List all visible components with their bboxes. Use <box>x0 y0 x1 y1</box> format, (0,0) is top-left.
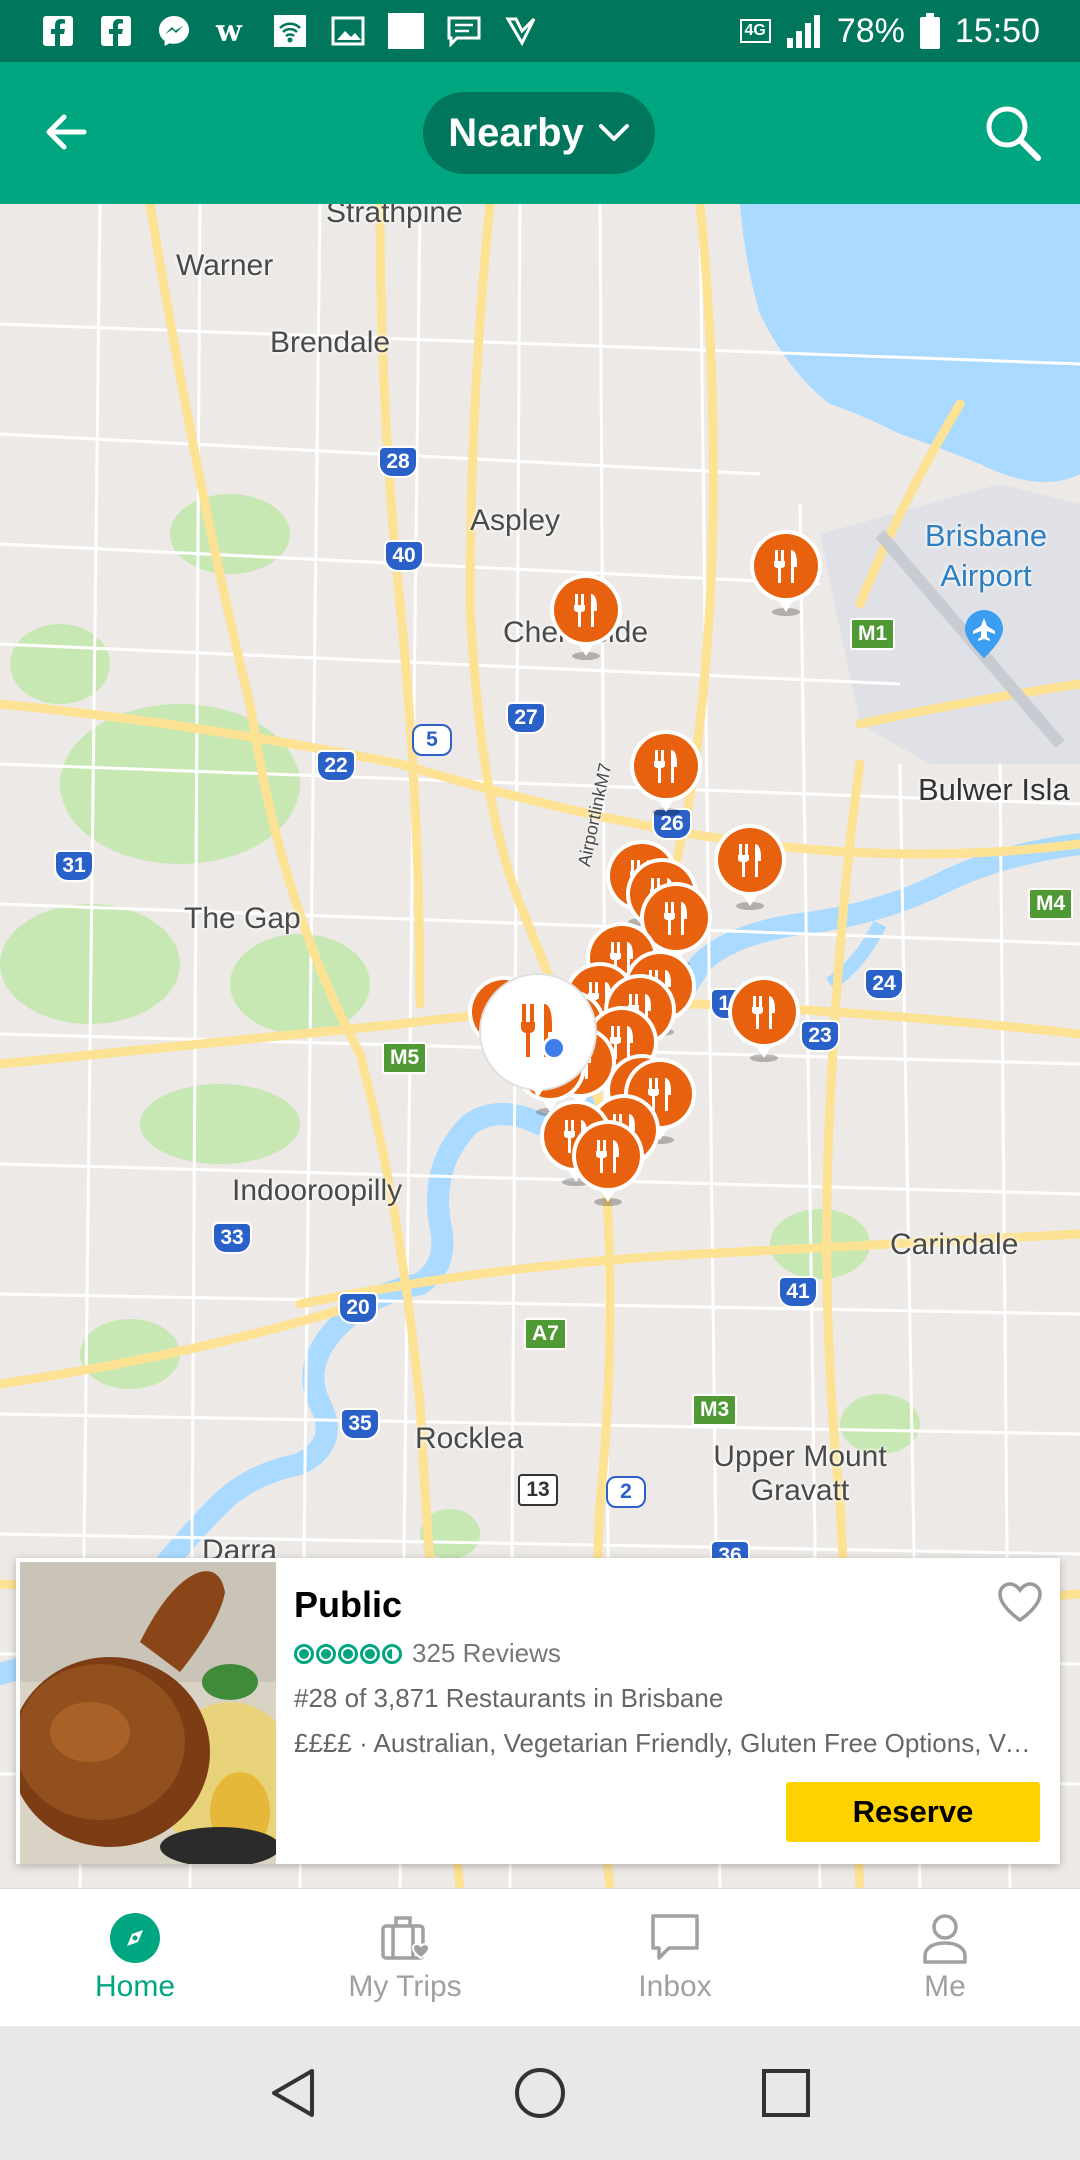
road-shield: M1 <box>850 618 896 650</box>
back-triangle-icon[interactable] <box>266 2065 322 2121</box>
signal-icon <box>786 15 820 48</box>
airport-icon <box>965 610 1003 658</box>
compass-icon <box>109 1912 161 1964</box>
label-warner: Warner <box>176 249 274 282</box>
road-shield: 40 <box>384 540 424 572</box>
restaurant-rank: #28 of 3,871 Restaurants in Brisbane <box>294 1683 724 1713</box>
nav-my-trips[interactable]: My Trips <box>270 1889 540 2026</box>
app-w-icon: w <box>214 13 250 49</box>
road-shield: 33 <box>212 1222 252 1254</box>
nav-my-trips-label: My Trips <box>348 1969 462 2003</box>
rating-bubble-half-icon <box>382 1643 402 1664</box>
restaurant-pin[interactable] <box>626 728 706 820</box>
road-shield: 35 <box>340 1408 380 1440</box>
restaurant-pin[interactable] <box>546 572 626 664</box>
restaurant-pin[interactable] <box>746 528 826 620</box>
system-status: 4G 78% 15:50 <box>739 11 1040 51</box>
road-shield: 41 <box>778 1276 818 1308</box>
nearby-dropdown[interactable]: Nearby <box>423 92 655 174</box>
back-button[interactable] <box>36 102 96 162</box>
app-header: Nearby <box>0 62 1080 204</box>
nav-me-label: Me <box>924 1969 966 2003</box>
label-upper-mount-gravatt: Upper Mount Gravatt <box>713 1440 887 1507</box>
label-rocklea: Rocklea <box>415 1422 524 1455</box>
review-count[interactable]: 325 Reviews <box>412 1638 561 1669</box>
nav-home-label: Home <box>94 1969 176 2003</box>
check-icon <box>504 13 540 49</box>
rating-bubble-icon <box>360 1643 380 1664</box>
battery-icon <box>919 13 940 49</box>
label-bulwer-island: Bulwer Isla <box>918 772 1070 807</box>
label-indooroopilly: Indooroopilly <box>232 1174 403 1207</box>
network-type: 4G <box>739 19 771 43</box>
restaurant-pin[interactable] <box>724 974 804 1066</box>
rating-bubbles <box>294 1643 402 1664</box>
road-shield: 2 <box>606 1476 646 1508</box>
arrow-left-icon <box>46 114 87 150</box>
road-shield: 13 <box>518 1474 558 1506</box>
label-aspley: Aspley <box>470 504 561 537</box>
recents-square-icon[interactable] <box>758 2065 814 2121</box>
reserve-button[interactable]: Reserve <box>786 1782 1040 1842</box>
label-the-gap: The Gap <box>184 902 301 935</box>
save-favorite-button[interactable] <box>996 1580 1044 1624</box>
bottom-navigation: Home My Trips Inbox Me <box>0 1888 1080 2026</box>
road-shield: A7 <box>524 1318 567 1350</box>
rating-bubble-icon <box>338 1643 358 1664</box>
label-strathpine: Strathpine <box>326 204 463 229</box>
restaurant-pin[interactable] <box>710 822 790 914</box>
nav-me[interactable]: Me <box>810 1889 1080 2026</box>
road-shield: M3 <box>692 1394 738 1426</box>
road-shield: 27 <box>506 702 546 734</box>
selected-restaurant-pin[interactable] <box>474 972 602 1102</box>
suitcase-heart-icon <box>379 1912 431 1964</box>
nav-home[interactable]: Home <box>0 1889 270 2026</box>
wifi-hotspot-icon <box>272 13 308 49</box>
home-circle-icon[interactable] <box>512 2065 568 2121</box>
restaurant-card[interactable]: Public 325 Reviews #28 of 3,871 Restaura… <box>16 1558 1060 1864</box>
chat-bubble-icon <box>649 1912 701 1964</box>
road-shield: M5 <box>382 1042 428 1074</box>
nav-inbox[interactable]: Inbox <box>540 1889 810 2026</box>
messenger-icon <box>156 13 192 49</box>
facebook-icon <box>98 13 134 49</box>
road-shield: M4 <box>1028 888 1074 920</box>
road-shield: 23 <box>800 1020 840 1052</box>
label-brendale: Brendale <box>270 326 391 359</box>
chevron-down-icon <box>598 124 629 141</box>
road-shield: 20 <box>338 1292 378 1324</box>
clock: 15:50 <box>954 11 1040 50</box>
svg-text:w: w <box>215 15 243 47</box>
message-icon <box>446 13 482 49</box>
search-button[interactable] <box>982 102 1044 164</box>
rating-row: 325 Reviews <box>294 1638 1040 1669</box>
restaurant-details: ££££ · Australian, Vegetarian Friendly, … <box>294 1728 1044 1758</box>
facebook-icon <box>40 13 76 49</box>
battery-percent: 78% <box>836 11 905 50</box>
road-shield: 24 <box>864 968 904 1000</box>
system-navigation <box>0 2026 1080 2160</box>
restaurant-pin[interactable] <box>568 1118 648 1210</box>
road-shield: 28 <box>378 446 418 478</box>
label-carindale: Carindale <box>890 1228 1019 1261</box>
restaurant-name: Public <box>294 1584 403 1625</box>
road-shield: 22 <box>316 750 356 782</box>
restaurant-photo <box>20 1562 276 1864</box>
nav-inbox-label: Inbox <box>638 1969 712 2003</box>
person-icon <box>919 1912 971 1964</box>
rating-bubble-icon <box>294 1643 314 1664</box>
search-icon <box>986 106 1041 161</box>
restaurant-info: Public 325 Reviews #28 of 3,871 Restaura… <box>294 1584 1044 1759</box>
road-shield: 31 <box>54 850 94 882</box>
nearby-label: Nearby <box>448 110 584 155</box>
label-brisbane-airport: Brisbane Airport <box>924 518 1048 593</box>
status-bar: w 4G 78% 15:50 <box>0 0 1080 62</box>
gallery-icon <box>330 13 366 49</box>
road-shield: 5 <box>412 724 452 756</box>
blank-app-icon <box>388 13 424 49</box>
heart-outline-icon <box>998 1582 1042 1623</box>
notification-icons: w <box>40 13 740 49</box>
rating-bubble-icon <box>316 1643 336 1664</box>
